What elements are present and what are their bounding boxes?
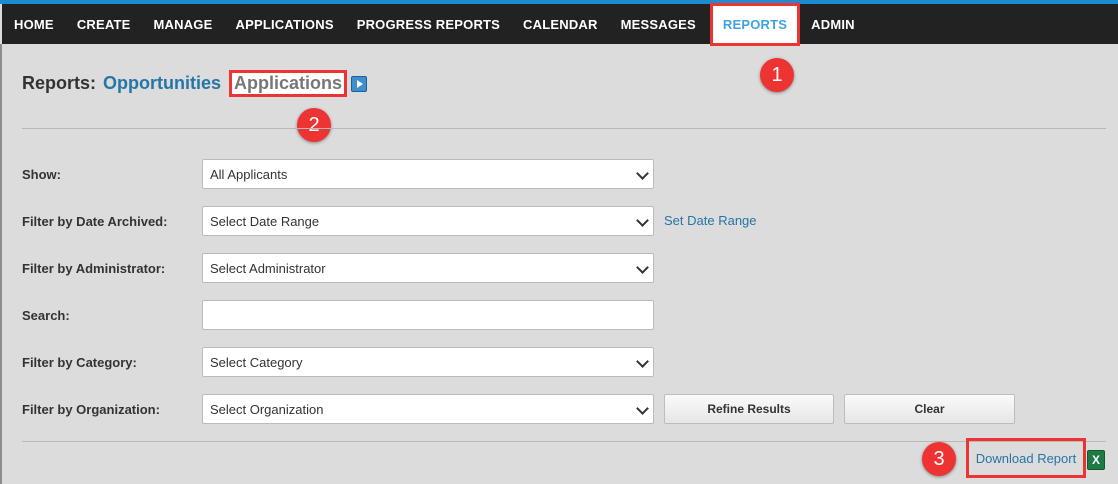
chevron-down-icon: [636, 261, 649, 274]
chevron-down-icon: [636, 355, 649, 368]
download-report-link[interactable]: Download Report: [976, 451, 1076, 466]
administrator-label: Filter by Administrator:: [22, 261, 166, 276]
nav-home[interactable]: HOME: [14, 17, 54, 32]
administrator-select-value: Select Administrator: [210, 260, 326, 276]
refine-results-button[interactable]: Refine Results: [664, 394, 834, 424]
tab-applications[interactable]: Applications: [229, 70, 348, 97]
callout-badge-3: 3: [922, 442, 956, 476]
organization-select-value: Select Organization: [210, 401, 324, 417]
nav-progress-reports[interactable]: PROGRESS REPORTS: [357, 17, 500, 32]
date-range-select-value: Select Date Range: [210, 213, 320, 229]
clear-button[interactable]: Clear: [844, 394, 1015, 424]
nav-applications[interactable]: APPLICATIONS: [235, 17, 333, 32]
administrator-select[interactable]: Select Administrator: [202, 253, 654, 283]
page-title: Reports: Opportunities Applications: [22, 70, 368, 97]
organization-select[interactable]: Select Organization: [202, 394, 654, 424]
category-label: Filter by Category:: [22, 355, 137, 370]
callout-badge-1: 1: [760, 58, 794, 92]
left-edge-bar: [0, 44, 2, 484]
download-report-highlight: Download Report: [966, 438, 1086, 478]
nav-reports[interactable]: REPORTS: [709, 2, 801, 46]
nav-messages[interactable]: MESSAGES: [621, 17, 696, 32]
date-archived-label: Filter by Date Archived:: [22, 214, 168, 229]
set-date-range-link[interactable]: Set Date Range: [664, 213, 757, 228]
date-range-select[interactable]: Select Date Range: [202, 206, 654, 236]
chevron-down-icon: [636, 214, 649, 227]
show-label: Show:: [22, 167, 61, 182]
search-label: Search:: [22, 308, 70, 323]
play-icon[interactable]: [351, 75, 368, 92]
show-select[interactable]: All Applicants: [202, 159, 654, 189]
show-select-value: All Applicants: [210, 166, 288, 182]
chevron-down-icon: [636, 167, 649, 180]
category-select[interactable]: Select Category: [202, 347, 654, 377]
chevron-down-icon: [636, 402, 649, 415]
divider-top: [22, 128, 1106, 129]
category-select-value: Select Category: [210, 354, 303, 370]
nav-create[interactable]: CREATE: [77, 17, 131, 32]
search-input[interactable]: [202, 300, 654, 330]
nav-admin[interactable]: ADMIN: [811, 17, 855, 32]
callout-badge-2: 2: [297, 108, 331, 142]
organization-label: Filter by Organization:: [22, 402, 160, 417]
title-prefix: Reports:: [22, 73, 97, 93]
tab-opportunities[interactable]: Opportunities: [103, 73, 221, 94]
main-nav: HOME CREATE MANAGE APPLICATIONS PROGRESS…: [2, 2, 1118, 46]
nav-manage[interactable]: MANAGE: [154, 17, 213, 32]
excel-icon[interactable]: X: [1087, 450, 1105, 470]
page: HOME CREATE MANAGE APPLICATIONS PROGRESS…: [0, 0, 1118, 484]
nav-calendar[interactable]: CALENDAR: [523, 17, 598, 32]
